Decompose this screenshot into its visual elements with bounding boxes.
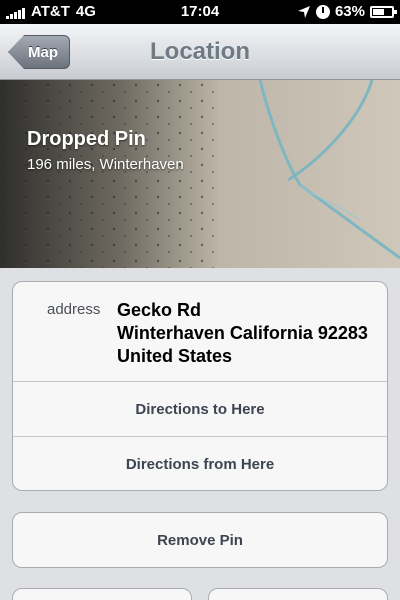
- battery-fill: [373, 8, 384, 15]
- directions-to-button[interactable]: Directions to Here: [13, 382, 387, 437]
- address-line: Winterhaven California 92283: [117, 323, 368, 343]
- map-terrain-image: [0, 80, 400, 268]
- address-value: Gecko Rd Winterhaven California 92283 Un…: [117, 299, 368, 368]
- page-title: Location: [150, 38, 250, 65]
- address-group: address Gecko Rd Winterhaven California …: [12, 281, 388, 491]
- remove-pin-group: Remove Pin: [12, 512, 388, 568]
- bottom-right-button[interactable]: [208, 588, 388, 600]
- remove-pin-button[interactable]: Remove Pin: [13, 513, 387, 567]
- status-right: 63%: [297, 3, 397, 20]
- clock-icon: [315, 4, 330, 19]
- pin-subtitle: 196 miles, Winterhaven: [27, 156, 184, 173]
- pin-title: Dropped Pin: [27, 128, 146, 150]
- battery-percent: 63%: [334, 3, 365, 20]
- address-line: United States: [117, 346, 233, 366]
- address-label: address: [47, 301, 101, 318]
- map-preview[interactable]: Dropped Pin 196 miles, Winterhaven: [0, 80, 400, 268]
- address-line: Gecko Rd: [117, 300, 202, 320]
- bottom-left-button[interactable]: [12, 588, 192, 600]
- address-row[interactable]: address Gecko Rd Winterhaven California …: [13, 282, 387, 382]
- location-arrow-icon: [297, 5, 310, 18]
- battery-icon: [370, 5, 397, 18]
- status-bar: AT&T 4G 17:04 63%: [0, 0, 400, 24]
- navigation-bar: Map Location: [0, 24, 400, 80]
- directions-from-button[interactable]: Directions from Here: [13, 437, 387, 490]
